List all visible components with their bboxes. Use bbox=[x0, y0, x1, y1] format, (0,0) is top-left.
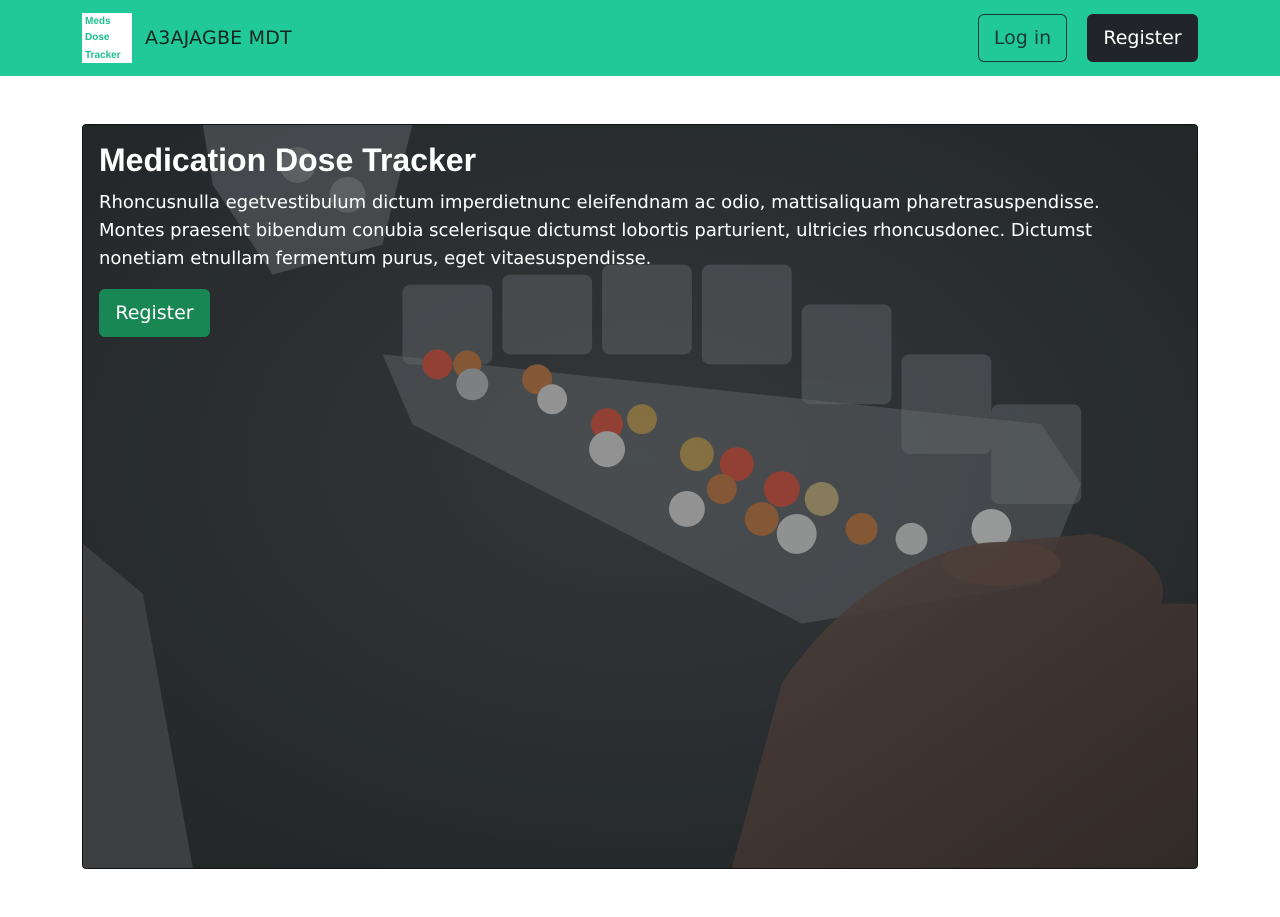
hero-content: Medication Dose Tracker Rhoncusnulla ege… bbox=[99, 141, 1157, 337]
login-button[interactable]: Log in bbox=[978, 14, 1067, 62]
brand-name: A3AJAGBE MDT bbox=[145, 27, 292, 49]
navbar: Meds Dose Tracker A3AJAGBE MDT Log in Re… bbox=[0, 0, 1280, 76]
brand-link[interactable]: Meds Dose Tracker A3AJAGBE MDT bbox=[82, 13, 292, 63]
hero-title: Medication Dose Tracker bbox=[99, 142, 477, 178]
logo-line-1: Meds bbox=[85, 16, 111, 27]
brand-logo: Meds Dose Tracker bbox=[82, 13, 132, 63]
register-button-nav[interactable]: Register bbox=[1087, 14, 1198, 62]
logo-line-2: Dose bbox=[85, 32, 110, 43]
hero-card: Medication Dose Tracker Rhoncusnulla ege… bbox=[82, 124, 1198, 869]
logo-line-3: Tracker bbox=[85, 50, 121, 61]
hero-description: Rhoncusnulla egetvestibulum dictum imper… bbox=[99, 192, 1100, 269]
register-button-hero[interactable]: Register bbox=[99, 289, 210, 337]
